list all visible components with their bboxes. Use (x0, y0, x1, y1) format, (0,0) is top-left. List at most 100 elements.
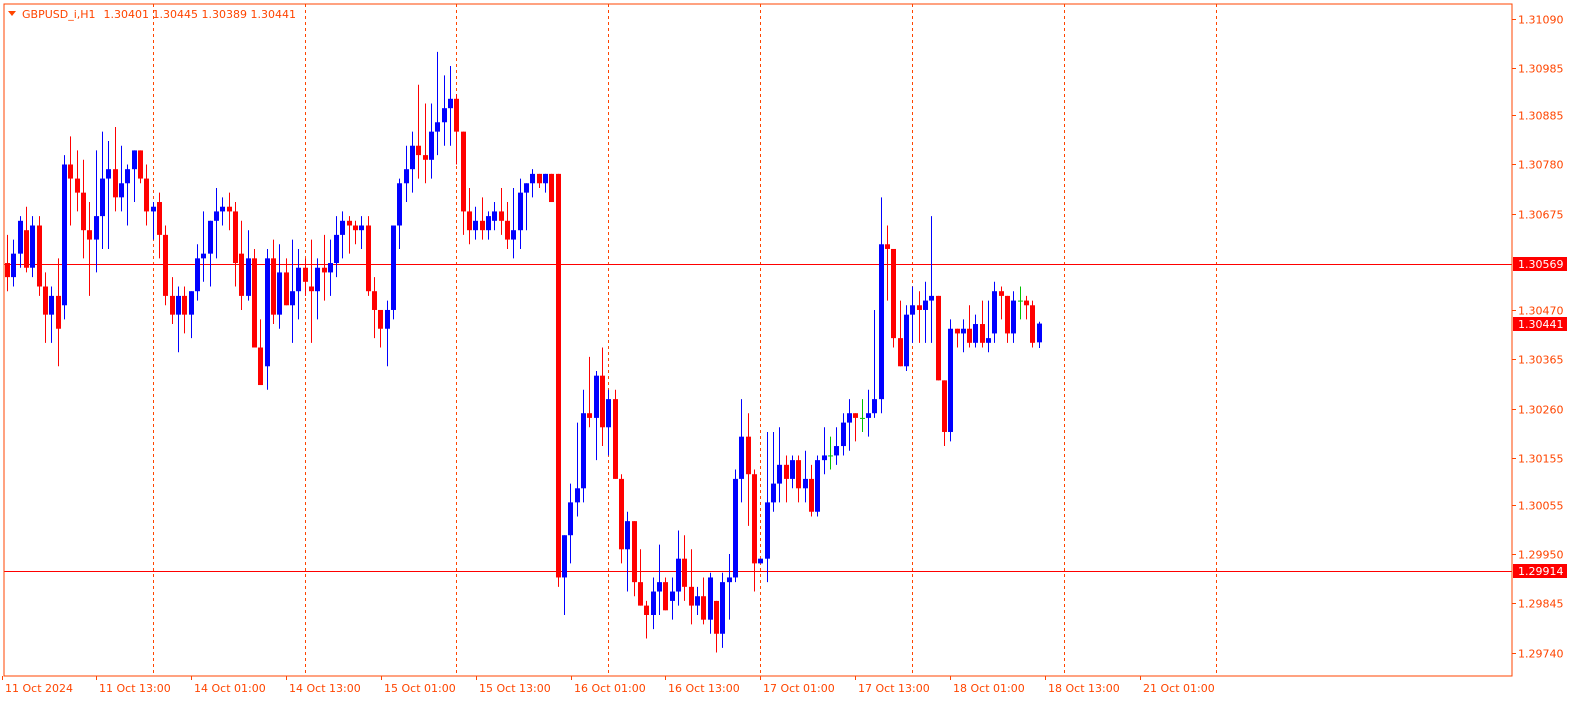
candle-body (898, 338, 903, 367)
candle[interactable] (904, 305, 909, 371)
time-tick-label: 11 Oct 2024 (5, 682, 73, 695)
candle-body (359, 225, 364, 231)
candle-body (955, 328, 960, 334)
candle-body (5, 263, 10, 278)
candle-body (638, 582, 643, 606)
candle-body (524, 183, 529, 193)
candle[interactable] (37, 216, 42, 296)
candle-body (999, 291, 1004, 296)
candle-body (340, 220, 345, 235)
candle-body (936, 295, 941, 381)
candle-body (733, 478, 738, 578)
candle-body (847, 413, 852, 423)
candle-body (809, 478, 814, 512)
candle-body (461, 131, 466, 212)
candle-body (549, 173, 554, 203)
candle-body (543, 173, 548, 184)
candle-body (138, 150, 143, 179)
candle[interactable] (366, 216, 371, 296)
candle-body (30, 225, 35, 268)
candle-body (75, 178, 80, 193)
candle-body (663, 582, 668, 611)
candle[interactable] (252, 248, 257, 348)
candle[interactable] (613, 389, 618, 479)
candle-body (600, 375, 605, 428)
candle-body (378, 309, 383, 329)
candle-body (708, 577, 713, 620)
candle-body (632, 521, 637, 583)
candle-body (714, 600, 719, 634)
candle-body (518, 192, 523, 231)
candle-body (689, 586, 694, 606)
candle[interactable] (733, 469, 738, 583)
candle-body (448, 98, 453, 109)
candle-body (454, 98, 459, 132)
price-label-text: 1.30569 (1518, 258, 1564, 271)
candle-body (347, 220, 352, 226)
candle-body (891, 248, 896, 339)
candle-body (68, 164, 73, 179)
candle-body (157, 202, 162, 235)
candle-body (1018, 300, 1023, 302)
candle-body (923, 300, 928, 310)
candlestick-chart[interactable]: 1.31090 1.30985 1.30885 1.30780 1.30675 1.304… (0, 0, 1586, 710)
candle[interactable] (936, 295, 941, 381)
candle-body (189, 291, 194, 315)
candle[interactable] (948, 319, 953, 442)
candle-body (872, 399, 877, 414)
candle-body (125, 169, 130, 184)
candle-body (758, 558, 763, 564)
time-tick-label: 17 Oct 13:00 (858, 682, 930, 695)
candle-body (904, 314, 909, 367)
time-tick-label: 14 Oct 13:00 (289, 682, 361, 695)
candle-body (651, 591, 656, 615)
candle-body (746, 436, 751, 475)
candle-body (239, 253, 244, 296)
candle-body (853, 413, 858, 418)
current-price-label: 1.30441 (1513, 317, 1567, 331)
candle-body (151, 206, 156, 212)
price-tick-label: 1.30470 (1518, 305, 1564, 318)
candle-body (796, 460, 801, 489)
candle-body (695, 596, 700, 606)
candle[interactable] (163, 225, 168, 306)
candle[interactable] (549, 173, 554, 203)
candle-body (252, 258, 257, 348)
chart-canvas[interactable]: 1.31090 1.30985 1.30885 1.30780 1.30675 1.304… (0, 0, 1586, 710)
candle[interactable] (1030, 300, 1035, 348)
candle[interactable] (62, 155, 67, 320)
candle-body (676, 558, 681, 592)
candle-body (176, 295, 181, 315)
candle[interactable] (138, 150, 143, 184)
candle-body (727, 577, 732, 583)
time-tick-label: 14 Oct 01:00 (194, 682, 266, 695)
candle[interactable] (391, 225, 396, 320)
candle-body (1037, 323, 1042, 343)
candle[interactable] (556, 173, 561, 587)
candle-body (942, 380, 947, 432)
candle-body (416, 145, 421, 156)
candle[interactable] (815, 455, 820, 517)
candle-body (771, 483, 776, 503)
price-label-text: 1.29914 (1518, 565, 1564, 578)
price-tick-label: 1.29950 (1518, 549, 1564, 562)
candle-body (144, 178, 149, 212)
candle-body (473, 220, 478, 231)
candle-body (815, 460, 820, 512)
candle-body (625, 521, 630, 550)
candle-body (910, 305, 915, 315)
candle-body (372, 291, 377, 310)
candle-body (1005, 295, 1010, 334)
candle-body (315, 267, 320, 292)
candle-body (227, 206, 232, 212)
price-tick-label: 1.30365 (1518, 354, 1564, 367)
candle[interactable] (891, 248, 896, 348)
candle-body (214, 211, 219, 221)
candle[interactable] (758, 558, 763, 564)
candle-body (777, 464, 782, 484)
chart-header: GBPUSD_i,H1 1.30401 1.30445 1.30389 1.304… (8, 8, 296, 21)
candle[interactable] (663, 577, 668, 611)
price-tick-label: 1.30055 (1518, 500, 1564, 513)
candle-body (961, 328, 966, 334)
candle-body (435, 122, 440, 132)
